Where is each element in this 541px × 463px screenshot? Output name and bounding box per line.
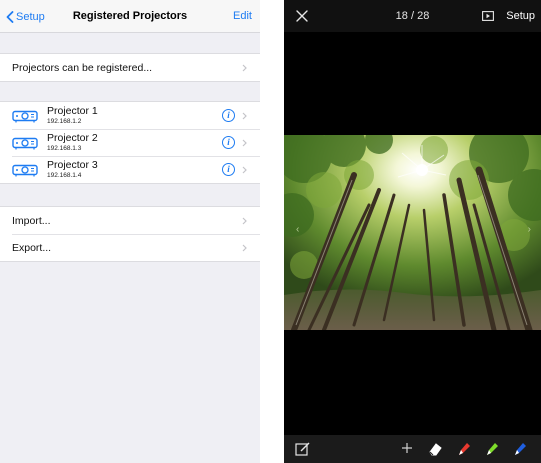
pane-divider [260, 0, 284, 463]
image-viewer-pane: 18 / 28 Setup ‹ › [284, 0, 541, 463]
previous-arrow-icon[interactable]: ‹ [296, 224, 299, 235]
chevron-right-icon [242, 139, 247, 146]
projector-text: Projector 2 192.168.1.3 [47, 132, 98, 153]
import-row[interactable]: Import... [0, 207, 260, 234]
projector-row-1[interactable]: Projector 1 192.168.1.2 i [0, 102, 260, 129]
projector-icon [12, 164, 38, 176]
chevron-right-icon [242, 112, 247, 119]
export-row[interactable]: Export... [0, 234, 260, 261]
info-icon[interactable]: i [222, 135, 235, 149]
chevron-right-icon [242, 64, 247, 71]
register-row[interactable]: Projectors can be registered... [0, 54, 260, 81]
slide-counter: 18 / 28 [395, 10, 430, 22]
projector-list-pane: Setup Registered Projectors Edit Project… [0, 0, 260, 463]
slideshow-icon[interactable] [482, 11, 494, 21]
projector-name: Projector 2 [47, 132, 98, 144]
projector-icon [12, 137, 38, 149]
plus-icon[interactable] [400, 441, 414, 455]
info-icon[interactable]: i [222, 162, 235, 176]
register-label: Projectors can be registered... [12, 61, 153, 74]
import-label: Import... [12, 214, 51, 227]
export-label: Export... [12, 241, 52, 254]
register-group: Projectors can be registered... [0, 53, 260, 82]
info-icon[interactable]: i [222, 108, 235, 122]
projector-ip: 192.168.1.3 [47, 145, 82, 152]
chevron-right-icon [242, 217, 247, 224]
eraser-icon[interactable] [427, 441, 443, 457]
import-export-group: Import... Export... [0, 206, 260, 262]
green-marker-icon[interactable] [484, 441, 500, 457]
setup-button[interactable]: Setup [506, 10, 535, 22]
projector-text: Projector 1 192.168.1.2 [47, 105, 98, 126]
viewer-top-bar: 18 / 28 Setup [284, 0, 541, 32]
edit-button[interactable]: Edit [233, 10, 252, 22]
projectors-group: Projector 1 192.168.1.2 i Projector 2 19… [0, 101, 260, 184]
projector-name: Projector 1 [47, 105, 98, 117]
red-marker-icon[interactable] [456, 441, 472, 457]
chevron-right-icon [242, 166, 247, 173]
projector-ip: 192.168.1.4 [47, 172, 82, 179]
navigation-bar: Setup Registered Projectors Edit [0, 0, 260, 33]
projector-icon [12, 110, 38, 122]
next-arrow-icon[interactable]: › [528, 224, 531, 235]
projector-name: Projector 3 [47, 159, 98, 171]
forest-photo [284, 135, 541, 330]
page-title: Registered Projectors [72, 10, 188, 22]
blue-marker-icon[interactable] [512, 441, 528, 457]
projector-row-3[interactable]: Projector 3 192.168.1.4 i [0, 156, 260, 183]
projector-text: Projector 3 192.168.1.4 [47, 159, 98, 180]
projector-row-2[interactable]: Projector 2 192.168.1.3 i [0, 129, 260, 156]
viewer-toolbar [284, 435, 541, 463]
projector-ip: 192.168.1.2 [47, 118, 82, 125]
edit-icon[interactable] [295, 441, 311, 457]
chevron-right-icon [242, 244, 247, 251]
